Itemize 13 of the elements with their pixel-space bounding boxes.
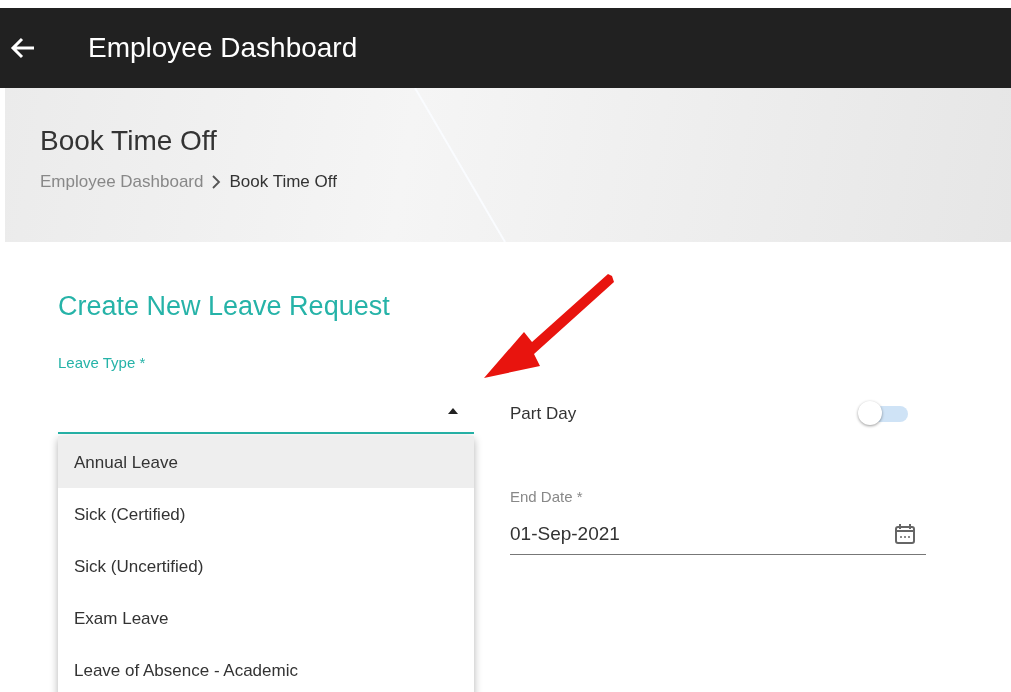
app-title: Employee Dashboard xyxy=(88,31,358,65)
field-label: Leave Type * xyxy=(58,353,147,373)
dropdown-option[interactable]: Annual Leave xyxy=(58,436,474,489)
page-title: Book Time Off xyxy=(40,126,218,157)
dropdown-option[interactable]: Exam Leave xyxy=(58,592,474,645)
dropdown-option[interactable]: Sick (Uncertified) xyxy=(58,540,474,593)
breadcrumb-current: Book Time Off xyxy=(229,170,337,193)
dropdown-option[interactable]: Sick (Certified) xyxy=(58,488,474,541)
date-field[interactable]: 01-Sep-2021 xyxy=(510,514,926,555)
form-title: Create New Leave Request xyxy=(58,290,391,323)
dropdown-option[interactable]: Leave of Absence - Academic xyxy=(58,644,474,692)
toggle-label: Part Day xyxy=(510,402,577,425)
field-label: End Date * xyxy=(510,487,584,508)
